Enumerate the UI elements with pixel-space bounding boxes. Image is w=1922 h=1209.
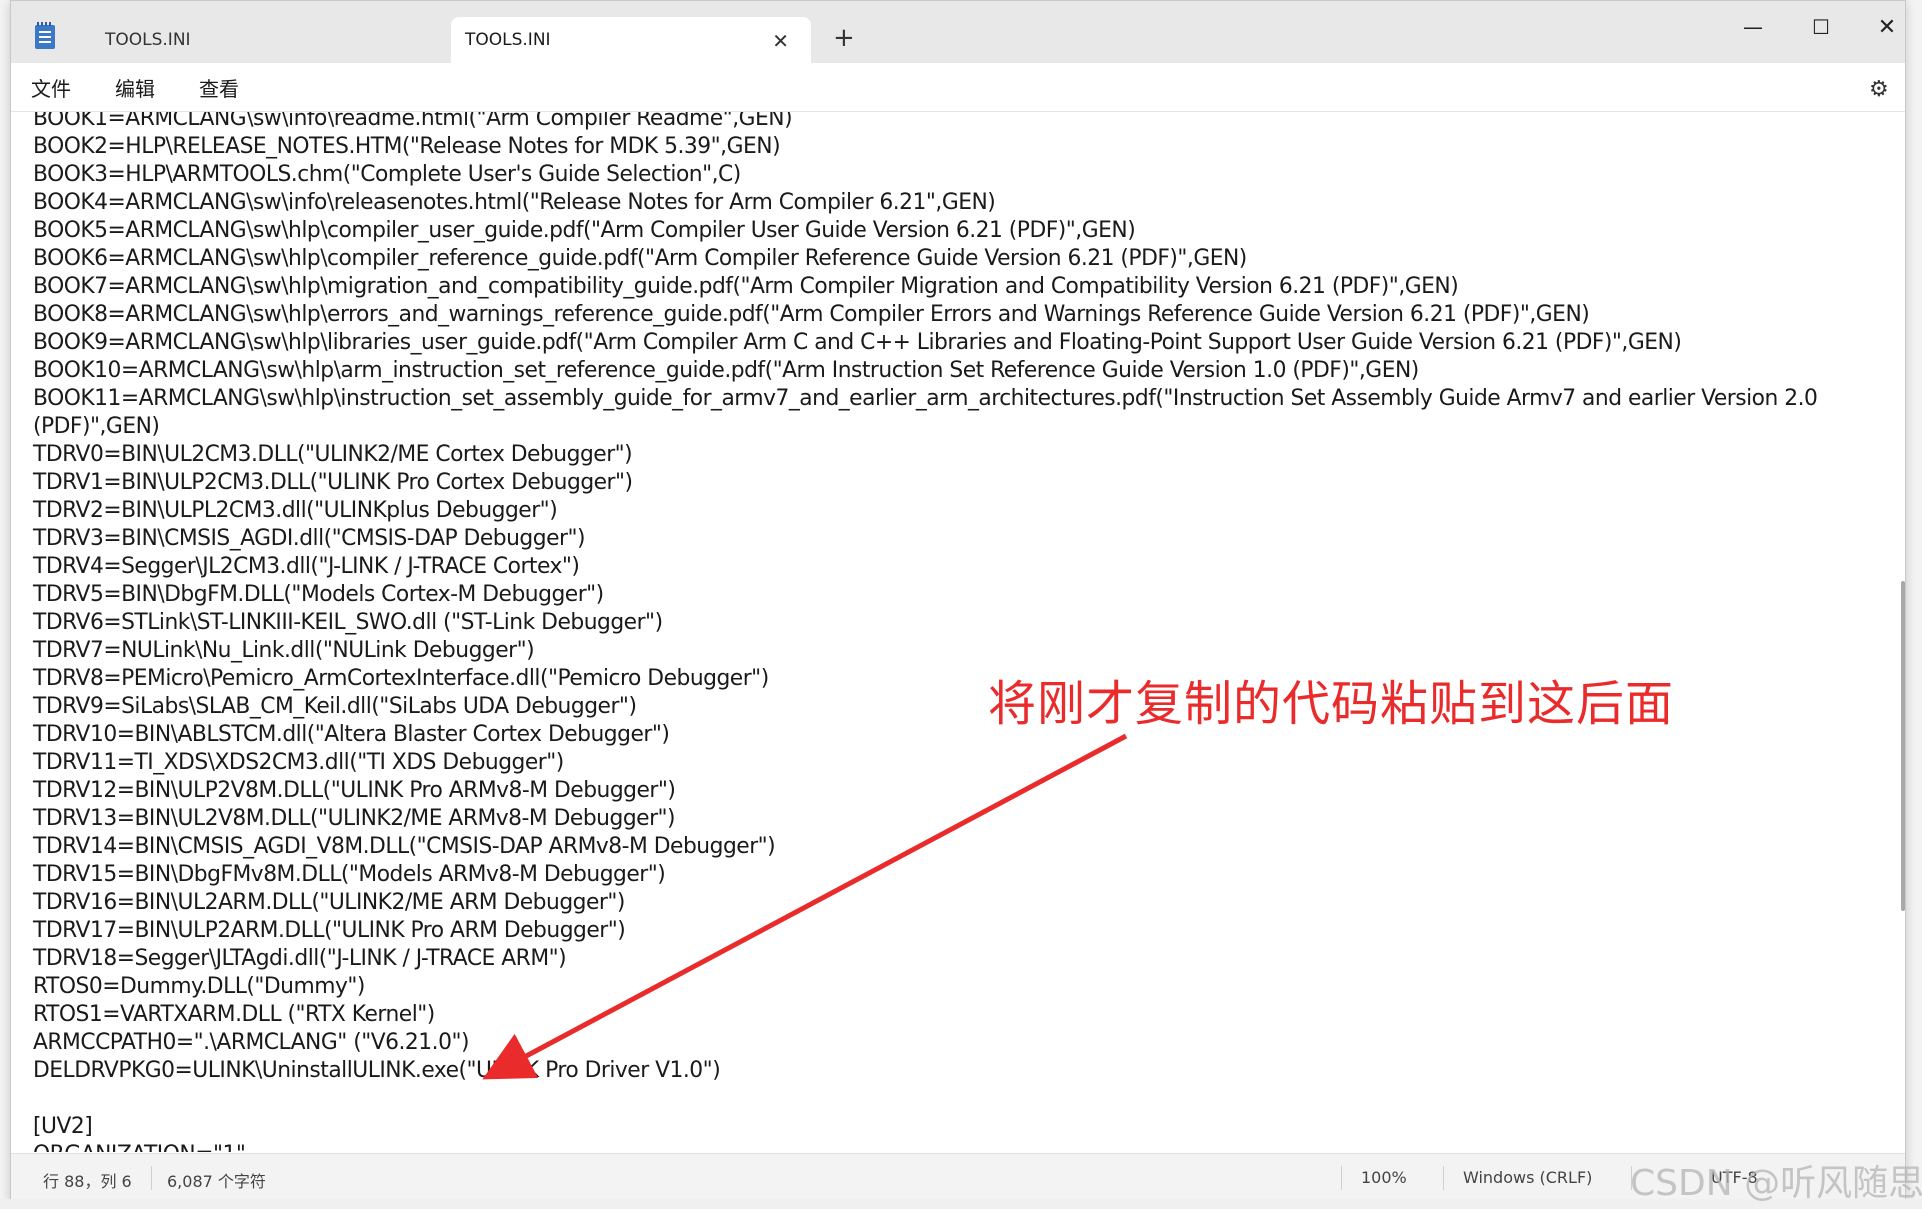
- close-window-icon[interactable]: ✕: [1857, 9, 1905, 45]
- menu-edit[interactable]: 编辑: [115, 73, 155, 102]
- zoom-level[interactable]: 100%: [1361, 1168, 1407, 1187]
- editor-line: TDRV14=BIN\CMSIS_AGDI_V8M.DLL("CMSIS-DAP…: [33, 834, 776, 859]
- editor-line: BOOK2=HLP\RELEASE_NOTES.HTM("Release Not…: [33, 134, 781, 159]
- editor-line: TDRV16=BIN\UL2ARM.DLL("ULINK2/ME ARM Deb…: [33, 890, 625, 915]
- new-tab-icon[interactable]: +: [833, 23, 855, 53]
- status-bar: 行 88，列 6 6,087 个字符 100% Windows (CRLF) U…: [11, 1153, 1905, 1200]
- notepad-app-icon: [35, 22, 55, 49]
- status-separator: [1443, 1166, 1444, 1190]
- menu-bar: 文件 编辑 查看 ⚙: [11, 63, 1905, 112]
- editor-line: BOOK3=HLP\ARMTOOLS.chm("Complete User's …: [33, 162, 741, 187]
- editor-line: BOOK11=ARMCLANG\sw\hlp\instruction_set_a…: [33, 386, 1818, 411]
- csdn-watermark: CSDN @听风随思: [1630, 1163, 1922, 1204]
- editor-line: [UV2]: [33, 1114, 93, 1139]
- editor-line: TDRV7=NULink\Nu_Link.dll("NULink Debugge…: [33, 638, 535, 663]
- editor-line: ARMCCPATH0=".\ARMCLANG" ("V6.21.0"): [33, 1030, 470, 1055]
- tab-label: TOOLS.INI: [105, 30, 191, 50]
- editor-line: BOOK10=ARMCLANG\sw\hlp\arm_instruction_s…: [33, 358, 1419, 383]
- menu-view[interactable]: 查看: [199, 73, 239, 102]
- editor-line: TDRV13=BIN\UL2V8M.DLL("ULINK2/ME ARMv8-M…: [33, 806, 676, 831]
- status-separator: [151, 1166, 152, 1190]
- editor-line: TDRV6=STLink\ST-LINKIII-KEIL_SWO.dll ("S…: [33, 610, 663, 635]
- editor-line: TDRV3=BIN\CMSIS_AGDI.dll("CMSIS-DAP Debu…: [33, 526, 585, 551]
- vertical-scrollbar-thumb[interactable]: [1901, 581, 1905, 911]
- editor-line: DELDRVPKG0=ULINK\UninstallULINK.exe("ULI…: [33, 1058, 721, 1083]
- status-separator: [1341, 1166, 1342, 1190]
- editor-line: TDRV0=BIN\UL2CM3.DLL("ULINK2/ME Cortex D…: [33, 442, 633, 467]
- editor-line: TDRV18=Segger\JLTAgdi.dll("J-LINK / J-TR…: [33, 946, 567, 971]
- minimize-icon[interactable]: —: [1723, 9, 1783, 45]
- editor-line: BOOK5=ARMCLANG\sw\hlp\compiler_user_guid…: [33, 218, 1136, 243]
- text-editor[interactable]: BOOK1=ARMCLANG\sw\info\readme.html("Arm …: [11, 112, 1887, 1152]
- editor-line: BOOK6=ARMCLANG\sw\hlp\compiler_reference…: [33, 246, 1247, 271]
- editor-line: TDRV11=TI_XDS\XDS2CM3.dll("TI XDS Debugg…: [33, 750, 564, 775]
- editor-line: TDRV5=BIN\DbgFM.DLL("Models Cortex-M Deb…: [33, 582, 604, 607]
- editor-line: BOOK7=ARMCLANG\sw\hlp\migration_and_comp…: [33, 274, 1459, 299]
- editor-line: BOOK4=ARMCLANG\sw\info\releasenotes.html…: [33, 190, 996, 215]
- editor-line: TDRV15=BIN\DbgFMv8M.DLL("Models ARMv8-M …: [33, 862, 666, 887]
- line-ending[interactable]: Windows (CRLF): [1463, 1168, 1592, 1187]
- editor-line: RTOS0=Dummy.DLL("Dummy"): [33, 974, 365, 999]
- editor-line: (PDF)",GEN): [33, 414, 160, 439]
- editor-line: TDRV2=BIN\ULPL2CM3.dll("ULINKplus Debugg…: [33, 498, 558, 523]
- tab-label: TOOLS.INI: [465, 30, 551, 50]
- notepad-window: TOOLS.INI TOOLS.INI ✕ + — ☐ ✕ 文件 编辑 查看 ⚙…: [10, 0, 1906, 1201]
- editor-line: TDRV12=BIN\ULP2V8M.DLL("ULINK Pro ARMv8-…: [33, 778, 676, 803]
- maximize-icon[interactable]: ☐: [1791, 9, 1851, 45]
- editor-line: TDRV1=BIN\ULP2CM3.DLL("ULINK Pro Cortex …: [33, 470, 633, 495]
- editor-line: ORGANIZATION="1": [33, 1141, 1887, 1152]
- character-count: 6,087 个字符: [167, 1172, 266, 1191]
- editor-line: TDRV4=Segger\JL2CM3.dll("J-LINK / J-TRAC…: [33, 554, 580, 579]
- tab-tools-ini-2[interactable]: TOOLS.INI ✕: [451, 17, 811, 63]
- editor-line: RTOS1=VARTXARM.DLL ("RTX Kernel"): [33, 1002, 435, 1027]
- settings-gear-icon[interactable]: ⚙: [1869, 77, 1889, 102]
- menu-file[interactable]: 文件: [31, 73, 71, 102]
- annotation-text: 将刚才复制的代码粘贴到这后面: [988, 676, 1675, 732]
- editor-line: BOOK9=ARMCLANG\sw\hlp\libraries_user_gui…: [33, 330, 1682, 355]
- editor-line: BOOK1=ARMCLANG\sw\info\readme.html("Arm …: [33, 112, 793, 131]
- close-tab-icon[interactable]: ✕: [772, 29, 789, 53]
- editor-lines: BOOK1=ARMCLANG\sw\info\readme.html("Arm …: [33, 112, 1887, 1152]
- editor-line: BOOK8=ARMCLANG\sw\hlp\errors_and_warning…: [33, 302, 1590, 327]
- title-bar[interactable]: TOOLS.INI TOOLS.INI ✕ + — ☐ ✕: [11, 1, 1905, 63]
- editor-line: TDRV17=BIN\ULP2ARM.DLL("ULINK Pro ARM De…: [33, 918, 626, 943]
- cursor-position[interactable]: 行 88，列 6: [43, 1168, 132, 1192]
- tab-tools-ini-1[interactable]: TOOLS.INI: [75, 17, 445, 63]
